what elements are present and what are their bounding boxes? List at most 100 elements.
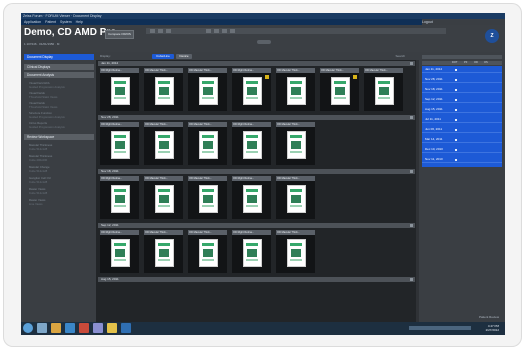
left-item[interactable]: Cirrus Reports Guided Progression Analysi…: [29, 121, 89, 129]
document-card[interactable]: OD Macular Thick...: [144, 230, 183, 273]
document-card[interactable]: OD Right Retina...: [100, 68, 139, 111]
exam-date-row[interactable]: Mar 14, 2011: [422, 136, 502, 143]
document-thumbnail: [155, 239, 174, 267]
document-thumbnail: [155, 185, 174, 213]
compare-button[interactable]: Compare OD/OS: [105, 30, 134, 39]
left-item[interactable]: Macular Thickness Cube 200x200: [29, 154, 89, 162]
document-card[interactable]: OD Right Retina...: [232, 68, 271, 111]
exam-date-row[interactable]: Jan 11, 2012: [422, 66, 502, 73]
document-card[interactable]: OD Macular Thick...: [276, 122, 315, 165]
document-thumbnail: [199, 239, 218, 267]
date-panel: DOT PF OD OS Jan 11, 2012 Nov 28, 2011 N…: [419, 52, 505, 322]
star-icon: [353, 75, 357, 79]
exam-date-list: Jan 11, 2012 Nov 28, 2011 Nov 18, 2011 S…: [422, 66, 502, 167]
start-button[interactable]: [23, 323, 33, 333]
display-label: Display:: [100, 54, 111, 58]
exam-date-row[interactable]: Nov 28, 2011: [422, 76, 502, 83]
app-icon[interactable]: [93, 323, 103, 333]
document-card[interactable]: OD Right Retina...: [232, 122, 271, 165]
tab-device[interactable]: Device: [176, 53, 192, 59]
grid-toolbar: Display: Cube/Line Device Search: [96, 52, 419, 60]
left-item[interactable]: Raster Views Cube 512x128: [29, 187, 89, 195]
explorer-icon[interactable]: [37, 323, 47, 333]
taskbar-clock[interactable]: 4:47 PM 2/27/2012: [486, 324, 499, 332]
document-card[interactable]: OD Macular Thick...: [188, 176, 227, 219]
document-card[interactable]: OD Macular Thick...: [144, 122, 183, 165]
date-group-header[interactable]: Sep 12, 2011: [98, 223, 415, 228]
left-item[interactable]: Visual Fields Threshold Static Views: [29, 101, 89, 109]
document-card[interactable]: OD Macular Thick...: [320, 68, 359, 111]
menu-patient[interactable]: Patient: [45, 20, 56, 24]
document-thumbnail: [243, 131, 262, 159]
menu-application[interactable]: Application: [24, 20, 41, 24]
forum-app-icon[interactable]: [121, 323, 131, 333]
exam-date-row[interactable]: Nov 18, 2011: [422, 86, 502, 93]
document-card[interactable]: OD Macular Thick...: [276, 176, 315, 219]
section-document-analysis[interactable]: Document Analysis: [24, 72, 94, 78]
document-card[interactable]: OD Right Retina...: [100, 122, 139, 165]
date-group-header[interactable]: Aug 15, 2011: [98, 277, 415, 282]
menu-help[interactable]: Help: [76, 20, 83, 24]
document-card[interactable]: OD Macular Thick...: [188, 230, 227, 273]
collapse-icon[interactable]: [410, 170, 413, 173]
document-card[interactable]: OD Macular Thick...: [364, 68, 403, 111]
exam-date-row[interactable]: Jun 06, 2011: [422, 126, 502, 133]
document-thumbnail: [375, 77, 394, 105]
document-card[interactable]: OD Right Retina...: [232, 230, 271, 273]
section-review-workspace[interactable]: Review Workspace: [24, 134, 94, 140]
document-card[interactable]: OD Macular Thick...: [276, 230, 315, 273]
search-label[interactable]: Search: [395, 54, 405, 58]
document-card[interactable]: OD Macular Thick...: [276, 68, 315, 111]
left-item[interactable]: Visual Fields Threshold Static Views: [29, 91, 89, 99]
date-group-header[interactable]: Jan 11, 2012: [98, 61, 415, 66]
section-clinical-displays[interactable]: Clinical Displays: [24, 64, 94, 70]
left-item[interactable]: Ganglion Cell OU Cube 512x128: [29, 176, 89, 184]
header-toolbar: [146, 28, 446, 34]
date-group-header[interactable]: Nov 28, 2011: [98, 115, 415, 120]
tool-icon[interactable]: [158, 29, 163, 33]
tab-cube-line[interactable]: Cube/Line: [152, 53, 174, 59]
menu-system[interactable]: System: [60, 20, 72, 24]
document-grid: Display: Cube/Line Device Search Jan 11,…: [96, 52, 419, 322]
document-thumbnail: [155, 77, 174, 105]
document-card[interactable]: OD Macular Thick...: [144, 176, 183, 219]
document-card[interactable]: OD Right Retina...: [232, 176, 271, 219]
document-card[interactable]: OD Right Retina...: [100, 230, 139, 273]
collapse-icon[interactable]: [410, 62, 413, 65]
tool-icon[interactable]: [230, 29, 235, 33]
document-display-button[interactable]: Document Display: [24, 54, 94, 60]
system-tray[interactable]: [409, 326, 471, 330]
app-icon[interactable]: [107, 323, 117, 333]
tool-icon[interactable]: [222, 29, 227, 33]
exam-date-row[interactable]: Aug 15, 2011: [422, 106, 502, 113]
exam-date-row[interactable]: Dec 10, 2010: [422, 146, 502, 153]
document-card[interactable]: OD Macular Thick...: [188, 122, 227, 165]
folder-icon[interactable]: [51, 323, 61, 333]
left-item[interactable]: Structure Function Guided Progression Ana…: [29, 111, 89, 119]
left-panel: Document Display Clinical Displays Docum…: [21, 52, 96, 322]
collapse-icon[interactable]: [410, 278, 413, 281]
exam-date-row[interactable]: Jul 11, 2011: [422, 116, 502, 123]
document-thumbnail: [287, 185, 306, 213]
tool-icon[interactable]: [214, 29, 219, 33]
document-thumbnail: [111, 239, 130, 267]
left-item[interactable]: Visual Field HFA Guided Progression Analy…: [29, 81, 89, 89]
tool-icon[interactable]: [166, 29, 171, 33]
media-icon[interactable]: [79, 323, 89, 333]
browser-icon[interactable]: [65, 323, 75, 333]
document-thumbnail: [287, 77, 306, 105]
left-item[interactable]: Raster Views Line Views: [29, 198, 89, 206]
date-group-header[interactable]: Nov 18, 2011: [98, 169, 415, 174]
document-card[interactable]: OD Macular Thick...: [144, 68, 183, 111]
tool-icon[interactable]: [150, 29, 155, 33]
left-item[interactable]: Macular Change Cube 512x128: [29, 165, 89, 173]
document-card[interactable]: OD Right Retina...: [100, 176, 139, 219]
tool-icon[interactable]: [206, 29, 211, 33]
collapse-handle[interactable]: [257, 40, 271, 44]
exam-date-row[interactable]: Sep 12, 2011: [422, 96, 502, 103]
left-item[interactable]: Macular Thickness Cube 512x128: [29, 143, 89, 151]
collapse-icon[interactable]: [410, 224, 413, 227]
exam-date-row[interactable]: Nov 11, 2010: [422, 156, 502, 163]
document-card[interactable]: OD Macular Thick...: [188, 68, 227, 111]
collapse-icon[interactable]: [410, 116, 413, 119]
